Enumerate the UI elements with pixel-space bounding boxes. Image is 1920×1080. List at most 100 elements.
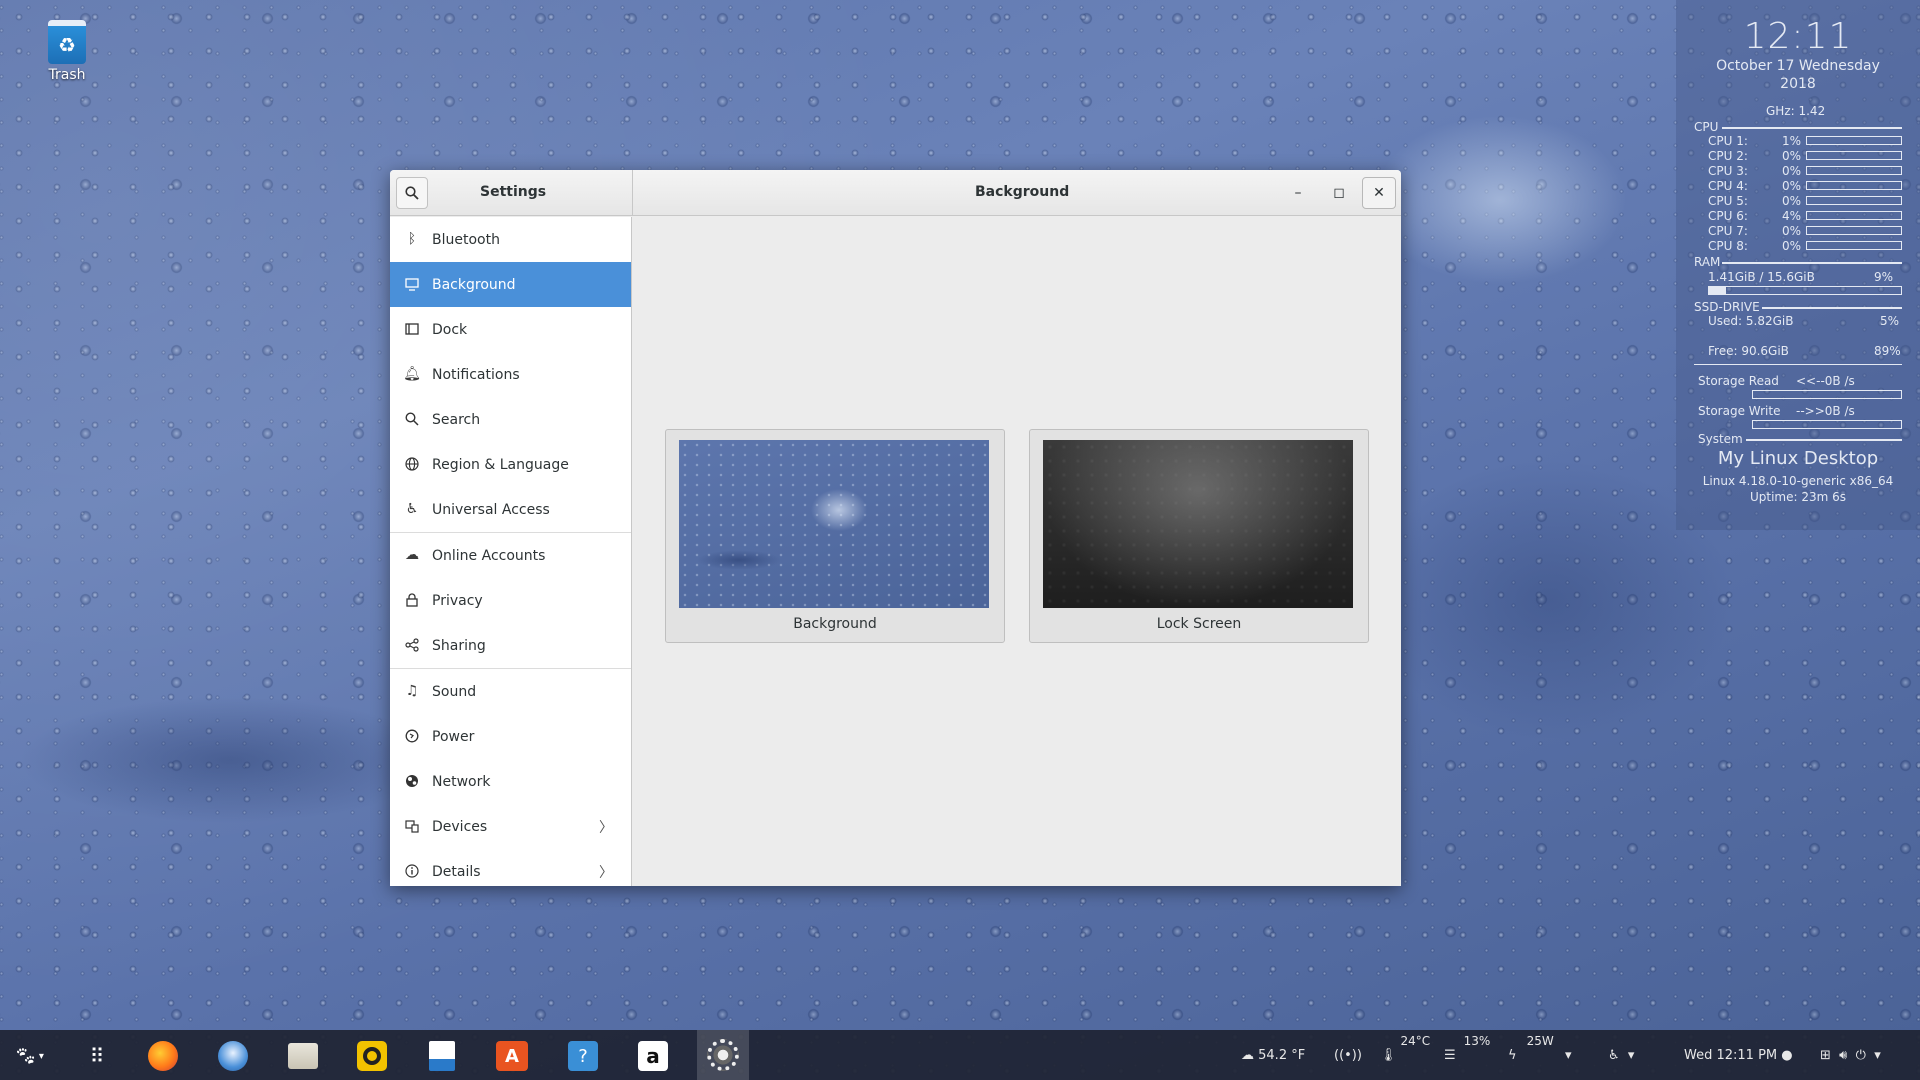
cpu-temp-indicator[interactable]: 🌡︎ 24°C — [1380, 1030, 1430, 1080]
sidebar-item-online-accounts[interactable]: ☁︎ Online Accounts — [390, 533, 631, 578]
amazon-icon: a — [638, 1041, 668, 1071]
sidebar-item-universal-access[interactable]: ♿︎ Universal Access — [390, 487, 631, 532]
sidebar-item-bluetooth[interactable]: ᛒ Bluetooth — [390, 217, 631, 262]
wireless-icon: ((•)) — [1334, 1047, 1362, 1063]
conky-write-value: -->>0B /s — [1796, 404, 1855, 418]
sidebar-item-label: Search — [432, 411, 481, 428]
rhythmbox-launcher[interactable] — [355, 1039, 389, 1073]
chevron-right-icon: 〉 — [599, 864, 613, 881]
conky-ram-bar-fill — [1709, 287, 1727, 294]
music-note-icon: ♫ — [405, 683, 419, 699]
firefox-launcher[interactable] — [146, 1039, 180, 1073]
lock-screen-card[interactable]: Lock Screen — [1029, 429, 1369, 643]
sidebar-item-dock[interactable]: Dock — [390, 307, 631, 352]
power-usage-indicator[interactable]: ϟ 25W — [1508, 1030, 1554, 1080]
sidebar-item-label: Devices — [432, 818, 488, 835]
sidebar-item-sharing[interactable]: Sharing — [390, 623, 631, 668]
system-menu[interactable]: ⊞ 🔊︎ ⏻ ▾ — [1820, 1030, 1881, 1080]
sidebar-item-details[interactable]: Details 〉 — [390, 849, 631, 886]
sidebar-item-network[interactable]: Network — [390, 759, 631, 804]
sidebar-item-search[interactable]: Search — [390, 397, 631, 442]
sidebar-item-label: Bluetooth — [432, 231, 500, 248]
disk-indicator[interactable]: ☰ 13% — [1444, 1030, 1490, 1080]
conky-ram-rule — [1722, 262, 1902, 264]
sidebar-item-privacy[interactable]: Privacy — [390, 578, 631, 623]
network-icon — [404, 773, 420, 789]
chevron-down-icon: ▾ — [1874, 1047, 1881, 1063]
lock-screen-card-label: Lock Screen — [1156, 616, 1242, 632]
power-icon: ⏻ — [1855, 1047, 1866, 1063]
power-usage: 25W — [1526, 1034, 1554, 1048]
sidebar-item-label: Details — [432, 863, 481, 880]
app-grid-icon: ⠿ — [89, 1044, 105, 1068]
trash-label: Trash — [48, 67, 86, 83]
close-button[interactable]: ✕ — [1362, 177, 1396, 209]
sidebar-item-notifications[interactable]: 🔔︎ Notifications — [390, 352, 631, 397]
conky-read-bar — [1752, 390, 1902, 399]
cpu-temperature: 24°C — [1400, 1034, 1431, 1048]
share-icon — [404, 637, 420, 653]
maximize-button[interactable]: ◻ — [1322, 177, 1356, 209]
mail-icon — [218, 1041, 248, 1071]
wifi-indicator[interactable]: ((•)) — [1334, 1030, 1362, 1080]
devices-icon — [404, 818, 420, 834]
gear-icon — [707, 1039, 739, 1071]
sidebar-item-label: Network — [432, 773, 491, 790]
weather-indicator[interactable]: ☁︎ 54.2 °F — [1241, 1030, 1305, 1080]
conky-ram-pct: 9% — [1874, 270, 1894, 284]
conky-uptime: Uptime: 23m 6s — [1749, 490, 1847, 504]
software-launcher[interactable]: A — [495, 1039, 529, 1073]
disk-icon: ☰ — [1444, 1047, 1456, 1063]
sidebar-item-label: Privacy — [432, 592, 483, 609]
document-icon — [429, 1041, 455, 1071]
conky-ssd-rule — [1762, 307, 1902, 309]
power-icon — [404, 728, 420, 744]
thunderbird-launcher[interactable] — [216, 1039, 250, 1073]
network-wired-icon: ⊞ — [1820, 1047, 1831, 1063]
weather-temperature: 54.2 °F — [1258, 1047, 1306, 1063]
volume-icon: 🔊︎ — [1839, 1047, 1848, 1063]
background-card[interactable]: Background — [665, 429, 1005, 643]
gnome-foot-icon: 🐾︎ — [14, 1045, 37, 1067]
writer-launcher[interactable] — [425, 1039, 459, 1073]
globe-icon — [404, 456, 420, 472]
conky-read-value: <<--0B /s — [1796, 374, 1855, 388]
sidebar-item-label: Background — [432, 276, 516, 293]
conky-cpu-graph — [1806, 166, 1902, 175]
conky-monitor: 12:11 October 17 Wednesday 2018 GHz: 1.4… — [1676, 0, 1920, 530]
conky-cpu-graph — [1806, 226, 1902, 235]
help-launcher[interactable]: ? — [566, 1039, 600, 1073]
trash-desktop-icon[interactable]: ♻ Trash — [40, 20, 94, 83]
sidebar-item-background[interactable]: Background — [390, 262, 631, 307]
gnome-menu-button[interactable]: 🐾︎ ▾ — [12, 1039, 46, 1073]
sidebar-item-label: Region & Language — [432, 456, 569, 473]
accessibility-menu[interactable]: ♿︎ ▾ — [1608, 1030, 1634, 1080]
bell-icon: 🔔︎ — [403, 366, 421, 382]
recycle-icon: ♻ — [48, 20, 86, 64]
sidebar-item-devices[interactable]: Devices 〉 — [390, 804, 631, 849]
sidebar-item-label: Online Accounts — [432, 547, 546, 564]
accessibility-icon: ♿︎ — [1608, 1047, 1620, 1063]
files-launcher[interactable] — [286, 1039, 320, 1073]
search-icon — [404, 411, 420, 427]
settings-launcher[interactable] — [697, 1030, 749, 1080]
search-button[interactable] — [396, 177, 428, 209]
disk-usage: 13% — [1463, 1034, 1491, 1048]
conky-cpu-graph — [1806, 151, 1902, 160]
info-icon — [404, 863, 420, 879]
sidebar-item-sound[interactable]: ♫ Sound — [390, 669, 631, 714]
sidebar-item-power[interactable]: Power — [390, 714, 631, 759]
music-player-icon — [357, 1041, 387, 1071]
settings-sidebar: ᛒ Bluetooth Background Dock 🔔︎ Notificatio… — [390, 217, 632, 886]
conky-cpu-graph — [1806, 181, 1902, 190]
amazon-launcher[interactable]: a — [636, 1039, 670, 1073]
sidebar-title: Settings — [480, 184, 547, 200]
minimize-button[interactable]: – — [1281, 177, 1315, 209]
sidebar-item-region-language[interactable]: Region & Language — [390, 442, 631, 487]
conky-hostname: My Linux Desktop — [1717, 448, 1879, 469]
accessibility-icon: ♿︎ — [405, 501, 419, 517]
app-grid-button[interactable]: ⠿ — [79, 1039, 113, 1073]
clock-indicator[interactable]: Wed 12:11 PM ● — [1684, 1030, 1793, 1080]
overflow-menu[interactable]: ▾ — [1565, 1030, 1572, 1080]
folder-icon — [288, 1043, 318, 1069]
